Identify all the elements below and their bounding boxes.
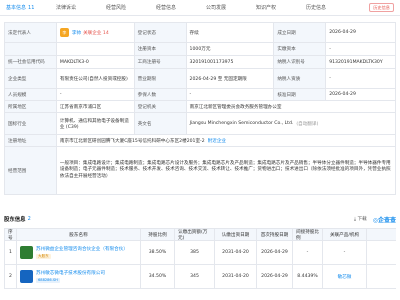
company-type-value: 有限责任公司(自然人投资或控股) — [57, 69, 135, 88]
first-holding-date: 2026-04-29 — [257, 265, 293, 288]
tab-basic-info[interactable]: 基本信息 11 — [0, 0, 50, 16]
insured-value: - — [187, 89, 275, 100]
taxpayer-value: - — [326, 69, 396, 88]
related-product: - — [323, 241, 367, 264]
english-name-cell: Jiangsu Minchengxin Semiconductor Co., L… — [187, 113, 396, 134]
legal-rep-cell: 李 李帅 关联企业 14 — [57, 23, 135, 42]
avatar: 李 — [59, 28, 69, 37]
col-header: 首次持股日期 — [257, 229, 293, 240]
paid-capital-value: - — [326, 43, 396, 55]
term-value: 2026-04-29 至 无固定期限 — [187, 69, 275, 88]
industry-label: 国标行业 — [5, 113, 57, 134]
history-badge[interactable]: 历史信息 — [369, 3, 394, 12]
status-label: 登记状态 — [134, 23, 187, 42]
address-value: 南京市江北新区研创园腾飞大厦C座15号信托科研中心东区2楼201室-2 — [59, 138, 205, 144]
col-header: 股东名称 — [17, 229, 141, 240]
industry-value: 计算机、通信和其他电子设备制造业 (C39) — [57, 113, 135, 134]
taxpayer-label: 纳税人资质 — [274, 69, 327, 88]
indirect-ratio: - — [293, 241, 323, 264]
authority-value: 南京江北新区管理委员会政务服务管理办公室 — [187, 101, 396, 112]
row-index: 2 — [5, 265, 17, 288]
english-name-label: 英文名 — [134, 113, 187, 134]
row-index: 1 — [5, 241, 17, 264]
approval-label: 核准日期 — [274, 89, 327, 100]
credit-code-value: MAKDLTK3-0 — [57, 56, 135, 68]
capital-label: 注册资本 — [134, 43, 187, 55]
related-product-link[interactable]: 敏芯微 — [323, 265, 367, 288]
shareholder-cell: 苏州敏芯微电子技术股份有限公司 688286.SH — [17, 265, 141, 288]
tax-id-label: 纳税人识别号 — [274, 56, 327, 68]
brand-logo: ◎企查查 — [372, 216, 396, 224]
subscribed-date: 2031-04-20 — [215, 265, 257, 288]
nearby-companies-link[interactable]: 附近企业 — [208, 138, 226, 144]
subscribed-amount: 345 — [175, 265, 215, 288]
tab-operation[interactable]: 经营信息 — [150, 0, 200, 16]
col-header: 关联产品/机构 — [323, 229, 367, 240]
company-logo-icon — [20, 246, 33, 259]
col-header: 持股比例 — [141, 229, 175, 240]
legal-rep-label: 法定代表人 — [5, 23, 57, 42]
tab-history[interactable]: 历史信息 — [300, 0, 350, 16]
address-label: 注册地址 — [5, 135, 57, 146]
auto-translate-note: (自动翻译) — [296, 121, 319, 127]
tab-development[interactable]: 公司发展 — [200, 0, 250, 16]
legal-rep-name[interactable]: 李帅 — [72, 30, 81, 36]
paid-capital-label: 实缴资本 — [274, 43, 327, 55]
shareholder-table: 序号 股东名称 持股比例 认缴出资额(万元) 认缴出资日期 首次持股日期 间接持… — [4, 228, 396, 289]
holding-ratio: 38.50% — [141, 241, 175, 264]
tab-risk[interactable]: 经营风险 — [100, 0, 150, 16]
subscribed-amount: 385 — [175, 241, 215, 264]
company-logo-icon — [20, 270, 33, 283]
reg-no-label: 工商注册号 — [134, 56, 187, 68]
tab-ip[interactable]: 知识产权 — [250, 0, 300, 16]
col-header: 序号 — [5, 229, 17, 241]
stock-code-badge[interactable]: 688286.SH — [36, 277, 60, 283]
col-header: 认缴出资额(万元) — [175, 229, 215, 241]
download-label: 下载 — [357, 217, 367, 222]
tab-legal[interactable]: 法律诉讼 — [50, 0, 100, 16]
company-type-label: 企业类型 — [5, 69, 57, 88]
english-name-value: Jiangsu Minchengxin Semiconductor Co., L… — [189, 121, 294, 126]
region-value: 江苏省南京市浦口区 — [57, 101, 135, 112]
indirect-ratio: 8.4439% — [293, 265, 323, 288]
major-holder-badge: 大股东 — [36, 253, 51, 259]
founded-label: 成立日期 — [274, 23, 327, 42]
scope-value: 一般项目：集成电路设计；集成电路制造；集成电路芯片设计及服务；集成电路芯片及产品… — [57, 147, 396, 194]
founded-value: 2026-04-29 — [326, 23, 396, 42]
download-button[interactable]: ⤓ 下载 — [354, 216, 367, 222]
shareholder-count: 2 — [27, 216, 31, 222]
empty-value — [57, 43, 135, 55]
shareholder-title: 股东信息 — [4, 217, 26, 223]
tab-bar: 基本信息 11 法律诉讼 经营风险 经营信息 公司发展 知识产权 历史信息 历史信… — [0, 0, 400, 16]
approval-value: 2026-04-29 — [326, 89, 396, 100]
col-header: 间接持股比例 — [293, 229, 323, 241]
shareholder-cell: 苏州微益企业管理咨询合伙企业（有限合伙） 大股东 — [17, 241, 141, 264]
table-row[interactable]: 2 苏州敏芯微电子技术股份有限公司 688286.SH 34.50% 345 2… — [5, 265, 396, 289]
table-row[interactable]: 1 苏州微益企业管理咨询合伙企业（有限合伙） 大股东 38.50% 385 20… — [5, 241, 396, 265]
section-actions: ⤓ 下载 ◎企查查 — [354, 213, 396, 225]
term-label: 营业期限 — [134, 69, 187, 88]
holding-ratio: 34.50% — [141, 265, 175, 288]
first-holding-date: 2026-04-29 — [257, 241, 293, 264]
col-header: 认缴出资日期 — [215, 229, 257, 240]
staff-label: 人员规模 — [5, 89, 57, 100]
status-value: 存续 — [187, 23, 275, 42]
basic-info-table: 法定代表人 李 李帅 关联企业 14 登记状态 存续 成立日期 2026-04-… — [4, 22, 396, 195]
capital-value: 1000万元 — [187, 43, 275, 55]
empty-label — [5, 43, 57, 55]
reg-no-value: 320191001173975 — [187, 56, 275, 68]
authority-label: 登记机关 — [134, 101, 187, 112]
tax-id-value: 91320191MAKDLTK30Y — [326, 56, 396, 68]
related-companies-tag[interactable]: 关联企业 14 — [83, 30, 109, 36]
address-cell: 南京市江北新区研创园腾飞大厦C座15号信托科研中心东区2楼201室-2 附近企业 — [57, 135, 396, 146]
insured-label: 参保人数 — [134, 89, 187, 100]
table-header-row: 序号 股东名称 持股比例 认缴出资额(万元) 认缴出资日期 首次持股日期 间接持… — [5, 229, 396, 241]
shareholder-section-header: 股东信息 2 ⤓ 下载 ◎企查查 — [4, 213, 396, 225]
subscribed-date: 2031-04-20 — [215, 241, 257, 264]
brand-name: 企查查 — [377, 216, 396, 224]
scope-label: 经营范围 — [5, 147, 57, 194]
region-label: 所属地区 — [5, 101, 57, 112]
staff-value: - — [57, 89, 135, 100]
credit-code-label: 统一社会信用代码 — [5, 56, 57, 68]
